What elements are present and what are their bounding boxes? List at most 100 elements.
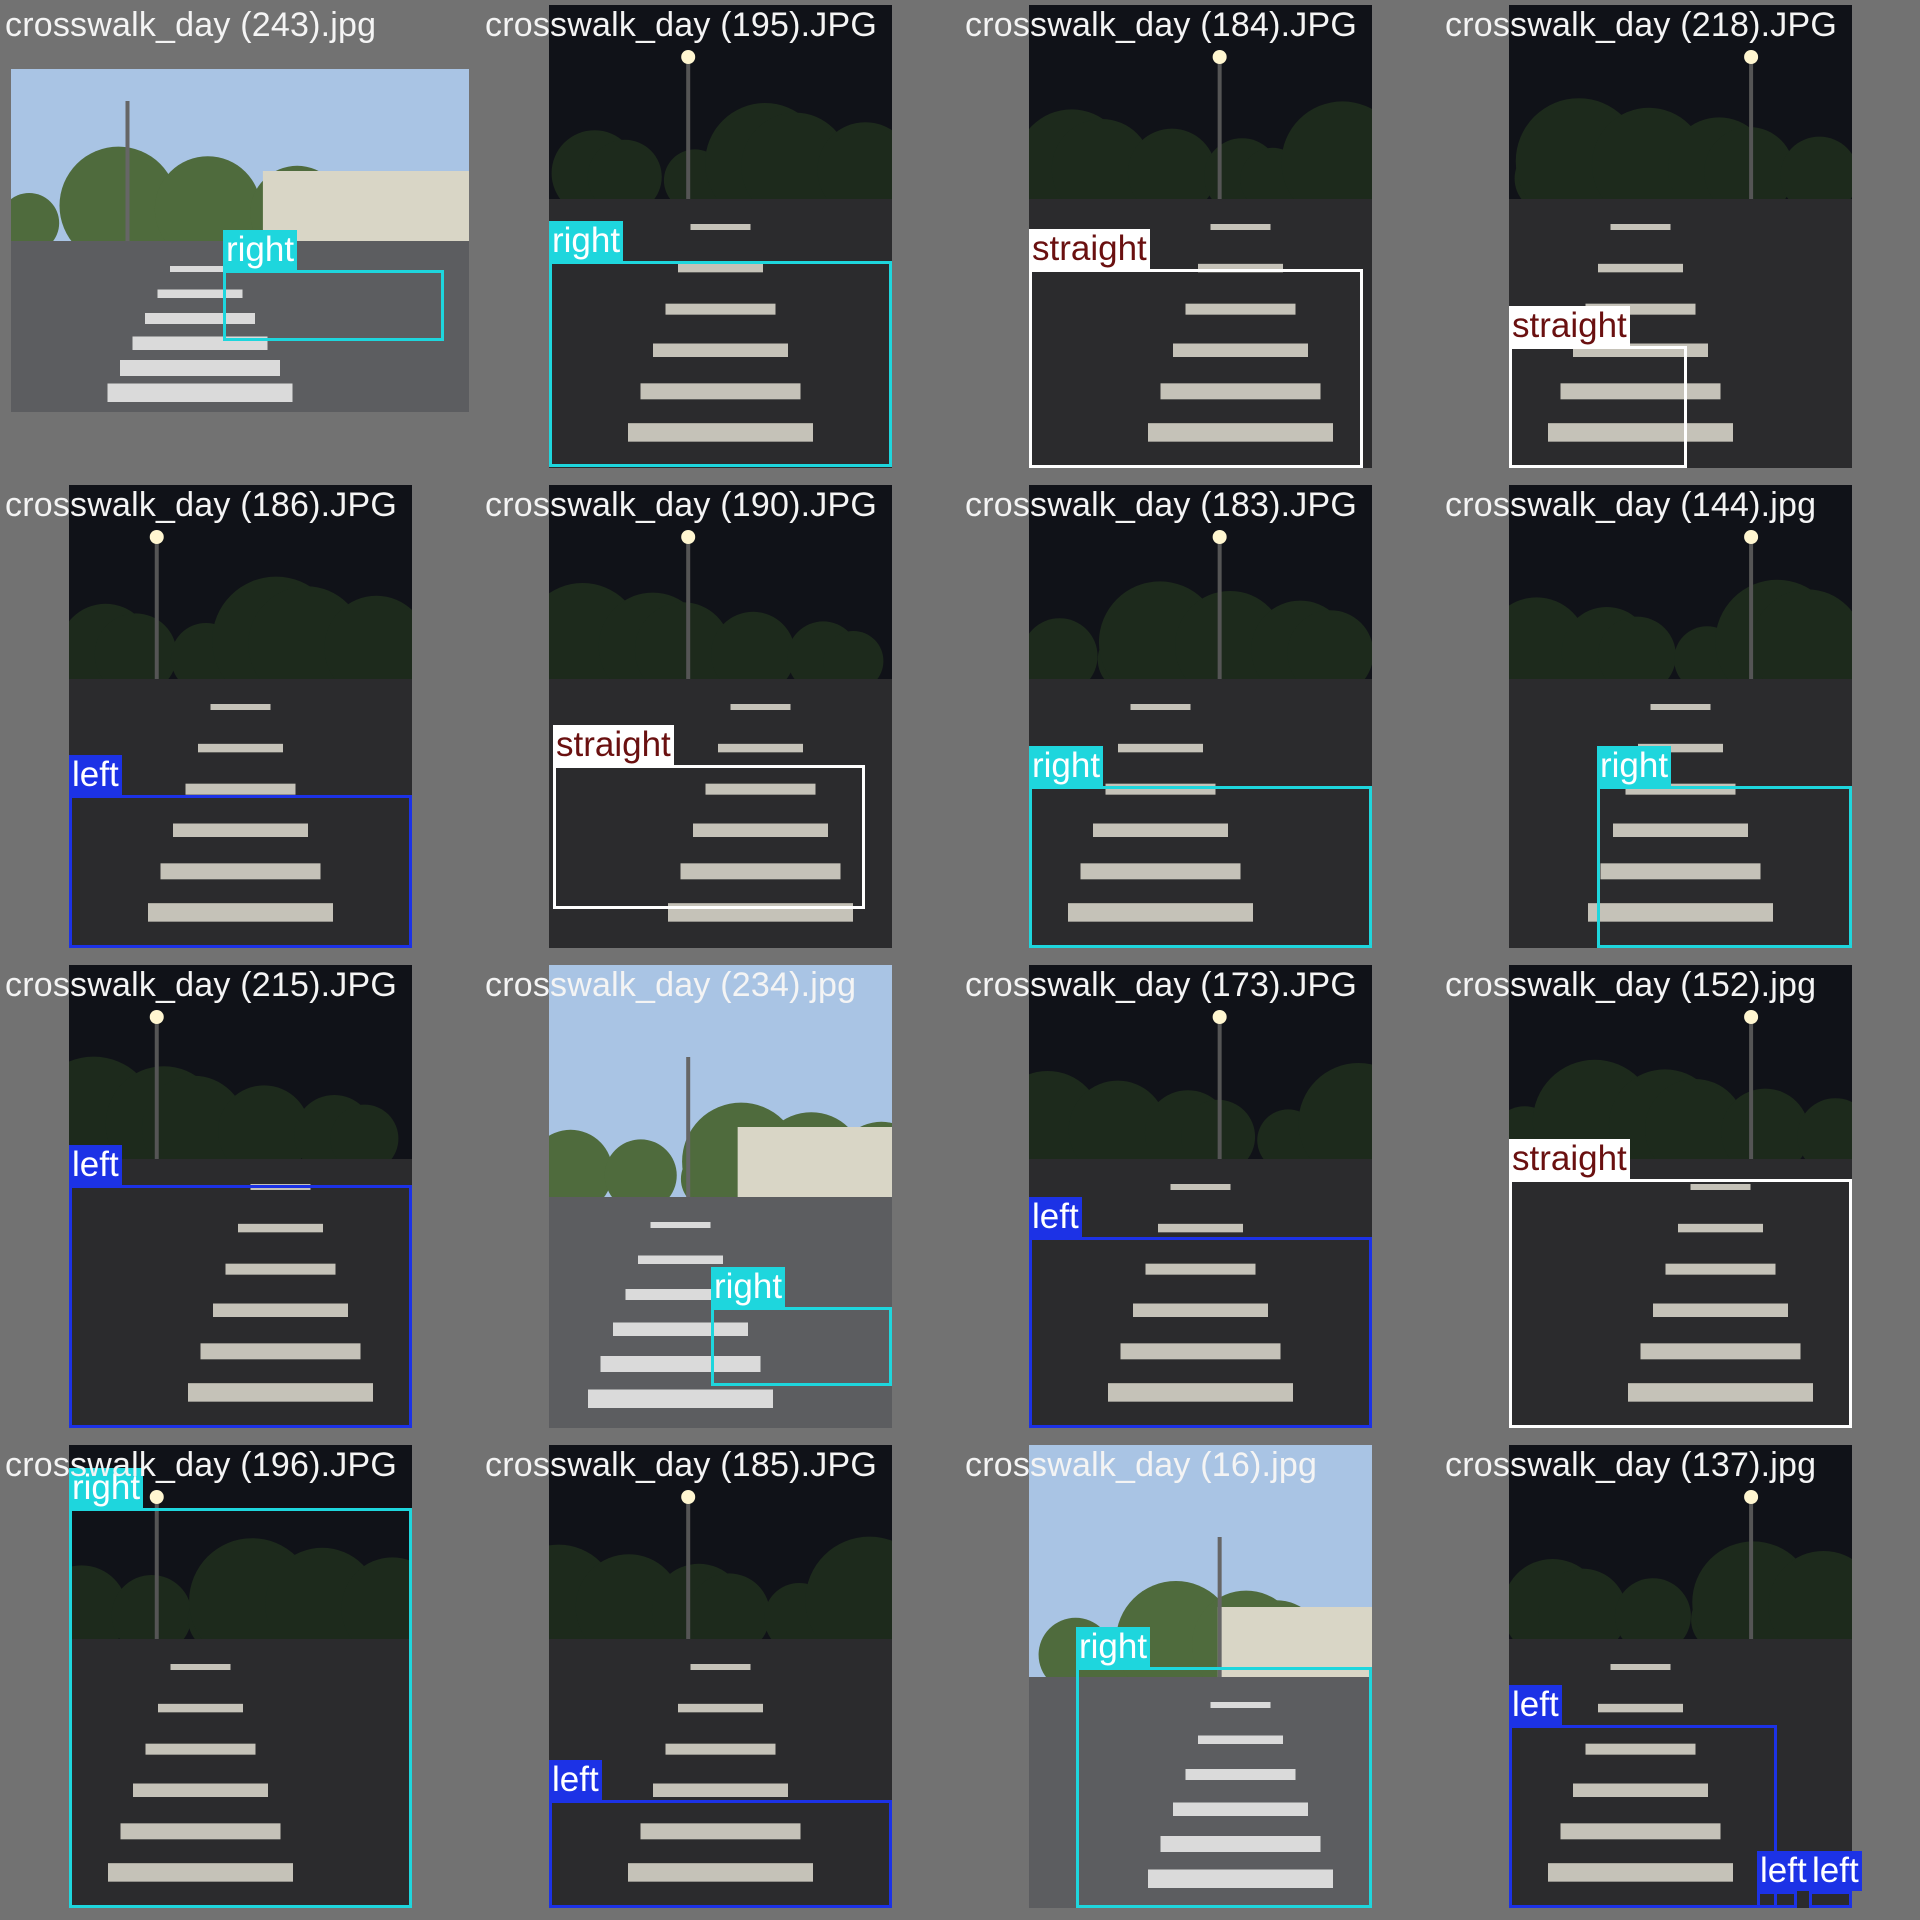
bbox-straight [1509, 346, 1687, 468]
bbox-right [1029, 786, 1372, 948]
crosswalk-stripe [1610, 224, 1671, 230]
bbox-right [549, 261, 892, 467]
crosswalk-stripe [107, 383, 293, 402]
bbox-left [69, 795, 412, 948]
bbox-label-right: right [549, 221, 624, 261]
crosswalk-stripe [185, 783, 296, 795]
tile-filename: crosswalk_day (218).JPG [1445, 6, 1837, 44]
lamp-post [154, 1019, 159, 1159]
bbox-straight [1029, 269, 1363, 468]
lamp-post [1749, 1499, 1754, 1639]
bbox-left [1509, 1725, 1777, 1908]
tile-filename: crosswalk_day (173).JPG [965, 966, 1357, 1004]
crosswalk-stripe [1130, 704, 1191, 710]
tile-filename: crosswalk_day (243).jpg [5, 6, 377, 44]
tile-filename: crosswalk_day (16).jpg [965, 1446, 1318, 1484]
crosswalk-stripe [588, 1389, 773, 1408]
tile-filename: crosswalk_day (195).JPG [485, 6, 877, 44]
image-tile[interactable]: right crosswalk_day (196).JPG [1, 1441, 480, 1920]
bbox-straight [1509, 1179, 1852, 1428]
crosswalk-stripe [690, 1664, 751, 1670]
image-tile[interactable]: right crosswalk_day (243).jpg [1, 1, 480, 480]
lamp-post [686, 59, 691, 199]
bbox-right [1597, 786, 1852, 948]
lamp-post [125, 101, 130, 241]
tile-filename: crosswalk_day (234).jpg [485, 966, 857, 1004]
bbox-label-left: left [69, 1145, 122, 1185]
lamp-light [1212, 1010, 1227, 1024]
bbox-right [1076, 1667, 1372, 1908]
bbox-label-left: left [69, 755, 122, 795]
image-tile[interactable]: right crosswalk_day (195).JPG [481, 1, 960, 480]
crosswalk-stripe [198, 743, 283, 753]
crosswalk-stripe [210, 704, 271, 710]
bbox-label-right: right [223, 230, 298, 270]
tile-filename: crosswalk_day (137).jpg [1445, 1446, 1817, 1484]
tile-filename: crosswalk_day (186).JPG [5, 486, 397, 524]
bbox-label-right: right [1597, 746, 1672, 786]
crosswalk-stripe [730, 704, 791, 710]
bbox-right [69, 1508, 412, 1908]
tile-filename: crosswalk_day (184).JPG [965, 6, 1357, 44]
tile-filename: crosswalk_day (190).JPG [485, 486, 877, 524]
bbox-label-straight: straight [1509, 1139, 1630, 1179]
lamp-post [686, 1057, 691, 1197]
bbox-label-left: left [1809, 1851, 1862, 1891]
image-tile[interactable]: left crosswalk_day (186).JPG [1, 481, 480, 960]
bbox-left [1757, 1891, 1797, 1908]
image-tile[interactable]: left left left crosswalk_day (137).jpg [1441, 1441, 1920, 1920]
image-tile[interactable]: right crosswalk_day (183).JPG [961, 481, 1440, 960]
tile-filename: crosswalk_day (196).JPG [5, 1446, 397, 1484]
crosswalk-stripe [1170, 1184, 1231, 1190]
crosswalk-stripe [120, 360, 280, 376]
lamp-light [1744, 530, 1759, 544]
lamp-post [1217, 59, 1222, 199]
image-tile[interactable]: left crosswalk_day (215).JPG [1, 961, 480, 1440]
bbox-label-straight: straight [553, 725, 674, 765]
bbox-left [549, 1800, 892, 1908]
image-tile[interactable]: straight crosswalk_day (184).JPG [961, 1, 1440, 480]
crosswalk-stripe [1610, 1664, 1671, 1670]
crosswalk-stripe [1118, 743, 1203, 753]
lamp-light [149, 530, 164, 544]
image-tile[interactable]: left crosswalk_day (185).JPG [481, 1441, 960, 1920]
image-tile[interactable]: straight crosswalk_day (190).JPG [481, 481, 960, 960]
bbox-left [1029, 1237, 1372, 1428]
image-tile[interactable]: right crosswalk_day (144).jpg [1441, 481, 1920, 960]
lamp-light [1744, 50, 1759, 64]
crosswalk-stripe [665, 1743, 776, 1755]
lamp-light [1212, 50, 1227, 64]
lamp-post [1217, 1019, 1222, 1159]
tile-filename: crosswalk_day (152).jpg [1445, 966, 1817, 1004]
image-tile[interactable]: left crosswalk_day (173).JPG [961, 961, 1440, 1440]
lamp-post [686, 539, 691, 679]
image-tile[interactable]: straight crosswalk_day (152).jpg [1441, 961, 1920, 1440]
bbox-right [711, 1307, 892, 1386]
crosswalk-stripe [170, 266, 230, 272]
image-tile[interactable]: straight crosswalk_day (218).JPG [1441, 1, 1920, 480]
lamp-light [681, 530, 696, 544]
image-tile[interactable]: right crosswalk_day (234).jpg [481, 961, 960, 1440]
bbox-straight [553, 765, 865, 909]
lamp-post [1749, 1019, 1754, 1159]
image-tile[interactable]: right crosswalk_day (16).jpg [961, 1441, 1440, 1920]
bbox-label-right: right [1076, 1627, 1151, 1667]
lamp-light [681, 1490, 696, 1504]
lamp-post [1749, 539, 1754, 679]
bbox-right [223, 270, 444, 341]
detection-grid: right crosswalk_day (243).jpg right crosswa… [0, 0, 1920, 1920]
bbox-left [69, 1185, 412, 1428]
bbox-left [1809, 1891, 1852, 1908]
building [737, 1127, 892, 1197]
crosswalk-stripe [653, 1783, 788, 1797]
bbox-label-right: right [711, 1267, 786, 1307]
crosswalk-stripe [1598, 263, 1683, 273]
bbox-label-left: left [1509, 1685, 1562, 1725]
lamp-light [149, 1010, 164, 1024]
bbox-label-left: left [549, 1760, 602, 1800]
crosswalk-stripe [690, 224, 751, 230]
crosswalk-stripe [718, 743, 803, 753]
lamp-light [1744, 1490, 1759, 1504]
lamp-light [681, 50, 696, 64]
lamp-light [149, 1490, 164, 1504]
